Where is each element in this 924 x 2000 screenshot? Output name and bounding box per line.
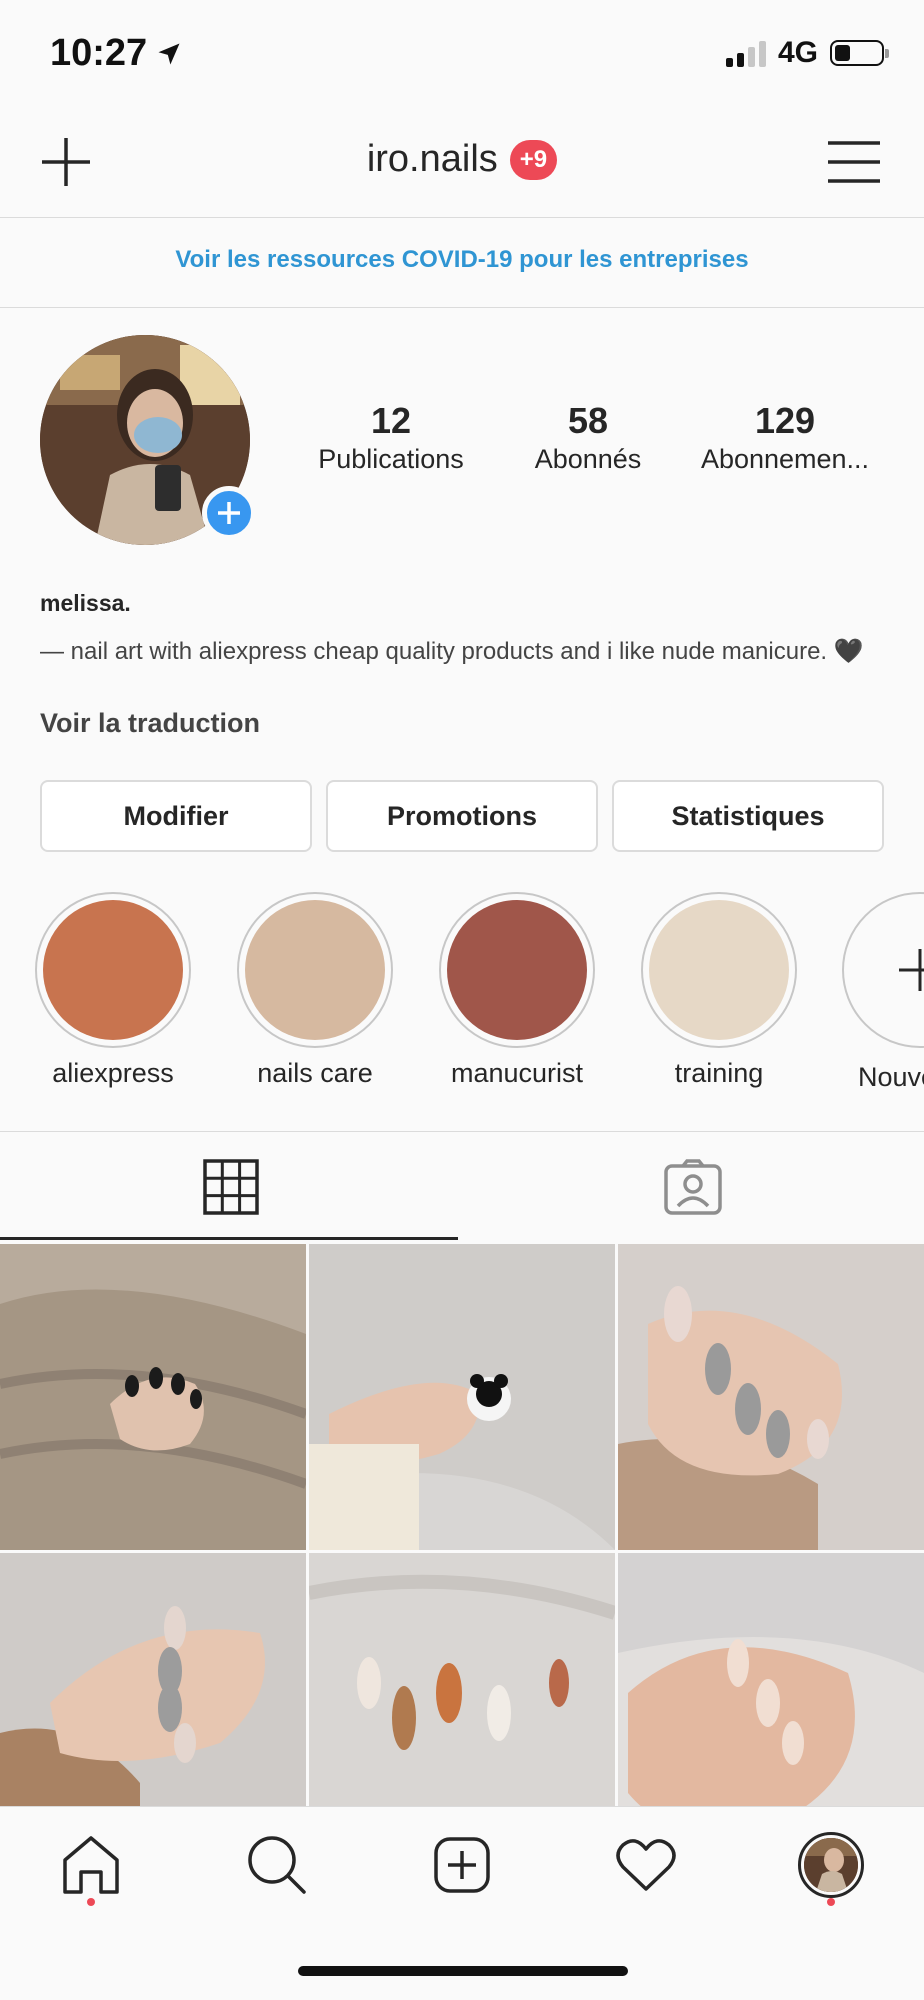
highlight-label: training <box>674 1058 764 1088</box>
tabs-divider <box>0 1131 924 1132</box>
nav-home[interactable] <box>56 1830 126 1900</box>
grid-icon <box>203 1159 259 1215</box>
home-notification-dot <box>87 1898 95 1906</box>
post-thumbnail[interactable] <box>618 1244 924 1550</box>
profile-notification-dot <box>827 1898 835 1906</box>
notification-badge: +9 <box>509 139 558 180</box>
new-post-icon <box>434 1837 490 1893</box>
stat-value: 129 <box>754 400 816 441</box>
signal-icon <box>725 39 766 67</box>
covid-resources-link[interactable]: Voir les ressources COVID-19 pour les en… <box>0 246 924 274</box>
highlight-label: manucurist <box>450 1058 584 1088</box>
header-divider <box>0 217 924 218</box>
post-thumbnail[interactable] <box>309 1244 615 1550</box>
highlight-item[interactable]: training <box>639 892 799 1089</box>
highlight-item[interactable]: aliexpress <box>33 892 193 1089</box>
new-highlight-label: Nouveau <box>858 1062 924 1092</box>
plus-icon <box>899 949 924 991</box>
highlight-label: aliexpress <box>52 1058 174 1088</box>
status-indicators: 4G <box>725 36 889 70</box>
edit-profile-button[interactable]: Modifier <box>40 780 312 852</box>
status-time: 10:27 <box>50 32 183 75</box>
highlight-label: nails care <box>257 1058 373 1088</box>
post-thumbnail[interactable] <box>0 1244 306 1550</box>
location-arrow-icon <box>158 43 180 64</box>
insights-button[interactable]: Statistiques <box>612 780 884 852</box>
highlight-item[interactable]: nails care <box>235 892 395 1089</box>
status-time-text: 10:27 <box>50 32 148 74</box>
followers-count[interactable]: 58 Abonnés <box>488 400 688 475</box>
nav-new-post[interactable] <box>427 1830 497 1900</box>
active-tab-indicator <box>0 1237 458 1240</box>
banner-divider <box>0 307 924 308</box>
promotions-button[interactable]: Promotions <box>326 780 598 852</box>
profile-bio: — nail art with aliexpress cheap quality… <box>40 638 864 665</box>
translate-link[interactable]: Voir la traduction <box>40 708 260 739</box>
search-icon <box>248 1836 306 1894</box>
tagged-icon <box>664 1159 722 1215</box>
stat-label: Abonnemen... <box>700 444 870 474</box>
nav-search[interactable] <box>242 1830 312 1900</box>
stat-value: 12 <box>370 400 412 441</box>
home-icon <box>63 1836 119 1894</box>
highlight-item[interactable]: manucurist <box>437 892 597 1089</box>
username: iro.nails <box>366 138 498 180</box>
home-indicator <box>298 1966 628 1976</box>
tab-grid[interactable] <box>0 1134 462 1240</box>
highlight-cover <box>447 900 587 1040</box>
battery-icon <box>830 40 889 66</box>
stat-label: Abonnés <box>534 444 642 474</box>
highlight-cover <box>649 900 789 1040</box>
following-count[interactable]: 129 Abonnemen... <box>685 400 885 475</box>
nav-profile[interactable] <box>796 1830 866 1900</box>
plus-icon <box>218 502 240 524</box>
profile-name: melissa. <box>40 590 131 616</box>
add-story-button[interactable] <box>202 486 256 540</box>
profile-avatar-small <box>798 1832 864 1898</box>
tab-tagged[interactable] <box>462 1134 924 1240</box>
nav-activity[interactable] <box>611 1830 681 1900</box>
highlight-cover <box>43 900 183 1040</box>
network-type: 4G <box>777 36 818 69</box>
activity-icon <box>616 1839 676 1891</box>
highlight-cover <box>245 900 385 1040</box>
stat-value: 58 <box>567 400 609 441</box>
stat-label: Publications <box>318 444 464 474</box>
account-switcher[interactable]: iro.nails +9 <box>0 138 924 181</box>
menu-icon[interactable] <box>828 140 880 184</box>
posts-count[interactable]: 12 Publications <box>291 400 491 475</box>
new-highlight-button[interactable] <box>842 892 924 1048</box>
